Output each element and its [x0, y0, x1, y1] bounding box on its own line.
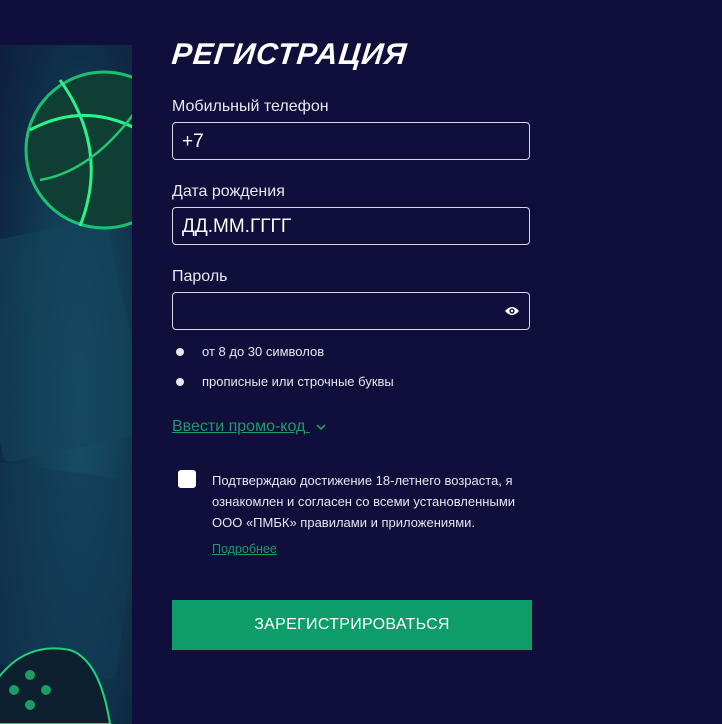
more-details-link[interactable]: Подробнее: [212, 542, 277, 556]
age-consent-text: Подтверждаю достижение 18-летнего возрас…: [212, 473, 516, 530]
register-button[interactable]: ЗАРЕГИСТРИРОВАТЬСЯ: [172, 600, 532, 650]
phone-input[interactable]: +7: [172, 122, 530, 160]
password-label: Пароль: [172, 268, 228, 285]
promo-code-label: Ввести промо-код: [172, 418, 306, 435]
decorative-sports-image: [0, 0, 132, 724]
password-rule-text: прописные или строчные буквы: [202, 374, 394, 389]
bullet-icon: [176, 348, 184, 356]
basketball-and-gamepad-illustration: [0, 70, 132, 724]
phone-label: Мобильный телефон: [172, 98, 329, 115]
age-consent-checkbox[interactable]: [178, 470, 196, 488]
birthdate-label: Дата рождения: [172, 183, 285, 200]
page-title: РЕГИСТРАЦИЯ: [170, 38, 409, 71]
chevron-down-icon: [316, 424, 326, 430]
password-input[interactable]: [172, 292, 530, 330]
phone-value: +7: [182, 131, 204, 152]
eye-icon[interactable]: [504, 305, 520, 317]
birthdate-input[interactable]: ДД.ММ.ГГГГ: [172, 207, 530, 245]
birthdate-placeholder: ДД.ММ.ГГГГ: [182, 216, 292, 237]
password-rule-text: от 8 до 30 символов: [202, 344, 325, 359]
promo-code-link[interactable]: Ввести промо-код: [172, 418, 326, 436]
bullet-icon: [176, 378, 184, 386]
